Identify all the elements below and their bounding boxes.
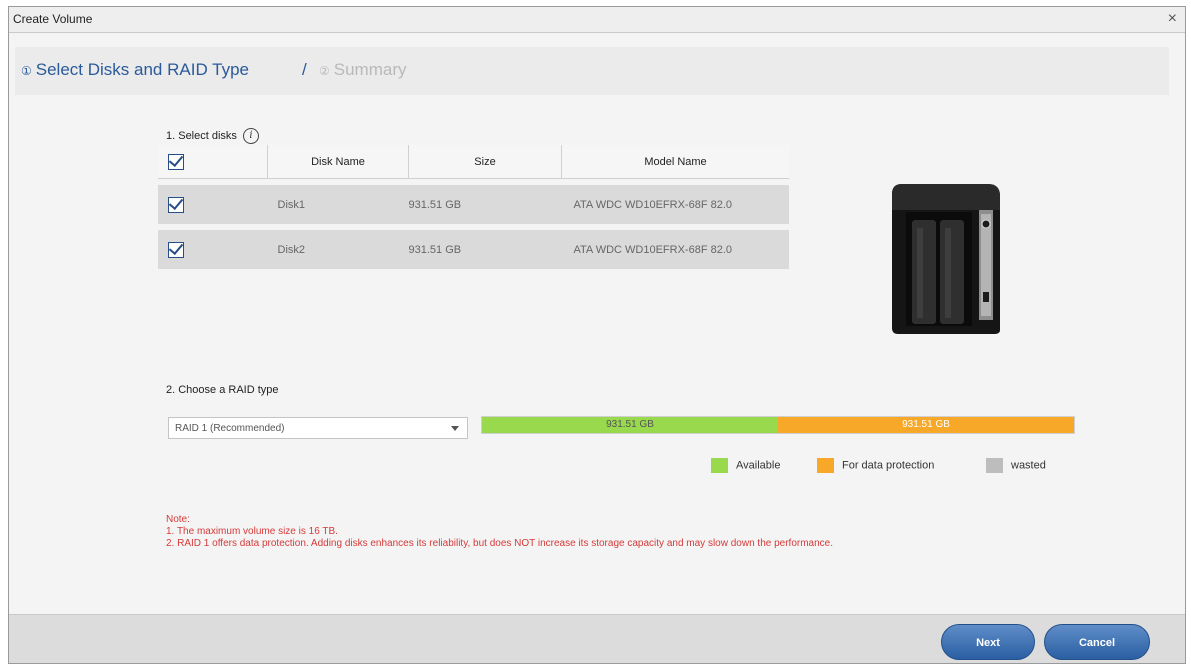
step1-label: Select Disks and RAID Type [35,60,249,79]
create-volume-dialog: Create Volume × ① Select Disks and RAID T… [8,6,1186,664]
capacity-protection-segment: 931.51 GB [778,417,1074,433]
disk-model-cell: ATA WDC WD10EFRX-68F 82.0 [561,230,789,269]
select-disks-label: 1. Select disks [166,129,237,142]
title-bar: Create Volume × [9,7,1185,33]
step-separator: / [302,60,307,79]
legend-wasted-label: wasted [1011,459,1046,472]
raid-type-heading: 2. Choose a RAID type [166,384,279,396]
note-block: Note: 1. The maximum volume size is 16 T… [166,514,1026,550]
legend-available-label: Available [736,459,781,472]
step2-number: ② [319,64,330,78]
disk-table: Disk Name Size Model Name Disk1 931.51 G… [158,145,789,269]
col-size: Size [408,145,562,179]
table-row[interactable]: Disk2 931.51 GB ATA WDC WD10EFRX-68F 82.… [158,230,789,269]
disk2-checkbox[interactable] [168,241,184,258]
select-all-checkbox[interactable] [168,153,184,170]
window-title: Create Volume [13,12,93,26]
note-line-2: 2. RAID 1 offers data protection. Adding… [166,538,834,549]
step2-label: Summary [333,60,407,79]
step-select-disks: ① Select Disks and RAID Type [21,60,249,80]
next-button[interactable]: Next [941,624,1035,660]
legend-available: Available [711,458,780,473]
col-disk-name: Disk Name [267,145,409,179]
disk-size-cell: 931.51 GB [408,230,562,269]
legend-protection: For data protection [817,458,934,473]
step1-number: ① [21,64,32,78]
raid-type-select[interactable]: RAID 1 (Recommended) [168,417,468,439]
step-breadcrumb: ① Select Disks and RAID Type / ② Summary [15,47,1169,95]
disk-name-cell: Disk1 [267,185,409,224]
protection-swatch [817,458,834,473]
info-icon[interactable]: i [242,128,259,144]
raid-type-selected: RAID 1 (Recommended) [175,423,285,434]
capacity-available-segment: 931.51 GB [482,417,778,433]
select-disks-heading: 1. Select disks i [166,128,259,144]
col-model-name: Model Name [561,145,789,179]
row-checkbox-cell [158,230,268,269]
disk-name-cell: Disk2 [267,230,409,269]
chevron-down-icon [451,426,459,431]
wasted-swatch [986,458,1003,473]
disk-model-cell: ATA WDC WD10EFRX-68F 82.0 [561,185,789,224]
note-line-1: 1. The maximum volume size is 16 TB. [166,526,338,537]
disk-table-header: Disk Name Size Model Name [158,145,789,179]
available-swatch [711,458,728,473]
select-all-cell [158,145,268,179]
nas-device-image [892,184,1000,334]
legend-protection-label: For data protection [842,459,935,472]
note-heading: Note: [166,514,190,525]
cancel-button[interactable]: Cancel [1044,624,1150,660]
row-checkbox-cell [158,185,268,224]
disk-size-cell: 931.51 GB [408,185,562,224]
step-summary: ② Summary [319,60,407,80]
table-row[interactable]: Disk1 931.51 GB ATA WDC WD10EFRX-68F 82.… [158,185,789,224]
dialog-footer: Next Cancel [9,614,1185,663]
capacity-bar: 931.51 GB 931.51 GB [481,416,1075,434]
close-icon[interactable]: × [1168,10,1177,28]
legend-wasted: wasted [986,458,1046,473]
disk1-checkbox[interactable] [168,196,184,213]
